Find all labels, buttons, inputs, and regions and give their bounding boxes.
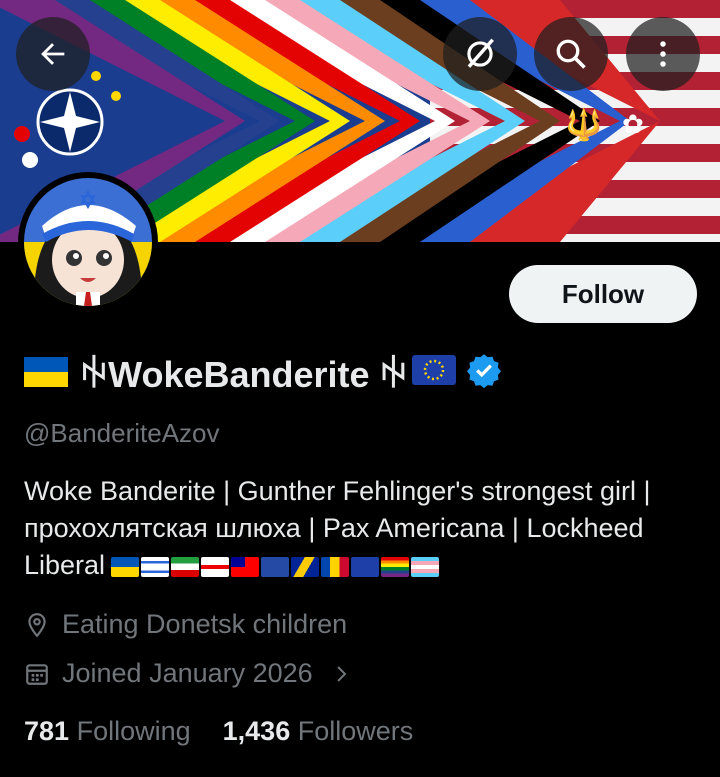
kosovo-flag-icon [261,556,290,577]
svg-text:🔱: 🔱 [565,107,602,143]
bio-flag-emojis [111,556,440,577]
ukraine-flag-icon [24,357,68,387]
eu-flag-icon [351,556,380,577]
bio-line: Woke Banderite | Gunther Fehlinger's str… [24,476,651,506]
profile-location: Eating Donetsk children [24,609,347,640]
bio-line-3: Liberal [24,547,704,584]
handle: @BanderiteAzov [24,418,220,448]
following-link[interactable]: 781 Following [24,716,191,747]
more-button[interactable] [626,17,700,91]
rainbow-flag-icon [381,556,410,577]
trans-flag-icon [411,556,440,577]
location-text: Eating Donetsk children [62,609,348,639]
svg-text:✿: ✿ [622,110,644,140]
profile-joined[interactable]: Joined January 2026 [24,658,365,689]
grok-button[interactable] [443,17,517,91]
taiwan-flag-icon [231,556,260,577]
following-label: Following [76,716,191,746]
georgia-flag-icon [201,556,230,577]
back-button[interactable] [16,17,90,91]
grok-icon [467,38,494,68]
search-button[interactable] [534,17,608,91]
bio: Woke Banderite | Gunther Fehlinger's str… [24,473,704,584]
following-count: 781 [24,716,70,746]
chevron-right-icon [336,665,347,682]
iran-flag-icon [171,556,200,577]
avatar[interactable] [18,172,158,312]
display-name: ꑭWokeBanderite ꑭ [80,354,408,395]
ukraine-flag-icon [111,556,140,577]
location-pin-icon [28,612,46,637]
bosnia-flag-icon [291,556,320,577]
more-vertical-icon [660,41,666,67]
bio-line: Liberal [24,550,106,580]
verified-badge-icon[interactable] [466,352,502,393]
calendar-icon [26,663,48,685]
israel-flag-icon [141,556,170,577]
follow-stats: 781 Following 1,436 Followers [24,716,413,747]
arrow-left-icon [41,43,65,65]
follow-button[interactable]: Follow [509,265,697,323]
followers-count: 1,436 [222,716,291,746]
eu-flag-icon [411,354,456,390]
joined-text: Joined January 2026 [62,658,313,688]
search-icon [556,39,586,69]
followers-label: Followers [297,716,414,746]
avatar-image [24,178,152,306]
bio-line: прохохлятская шлюха | Pax Americana | Lo… [24,513,644,543]
followers-link[interactable]: 1,436 Followers [223,716,414,747]
moldova-flag-icon [321,556,350,577]
profile-name-row: ꑭWokeBanderite ꑭ [24,350,502,395]
